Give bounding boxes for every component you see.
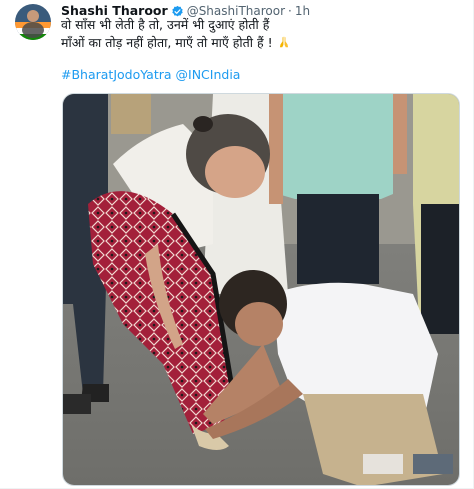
avatar[interactable]	[15, 4, 51, 40]
avatar-image	[15, 4, 51, 40]
tweet-card[interactable]: Shashi Tharoor @ShashiTharoor · 1h वो सा…	[0, 0, 474, 489]
folded-hands-icon	[279, 36, 288, 48]
separator-dot: ·	[288, 4, 292, 18]
tweet-text-line-2: माँओं का तोड़ नहीं होता, माएँ तो माएँ हो…	[61, 34, 291, 51]
photo-scene	[63, 94, 459, 485]
tweet-photo[interactable]	[62, 93, 460, 486]
tweet-text-line-1: वो साँस भी लेती है तो, उनमें भी दुआएं हो…	[61, 17, 270, 32]
tweet-links: #BharatJodoYatra @INCIndia	[61, 66, 240, 83]
tweet-timestamp[interactable]: 1h	[295, 3, 310, 19]
tweet-text-line-2-text: माँओं का तोड़ नहीं होता, माएँ तो माएँ हो…	[61, 35, 273, 50]
hashtag-link[interactable]: #BharatJodoYatra	[61, 67, 172, 82]
mention-link[interactable]: @INCIndia	[176, 67, 241, 82]
